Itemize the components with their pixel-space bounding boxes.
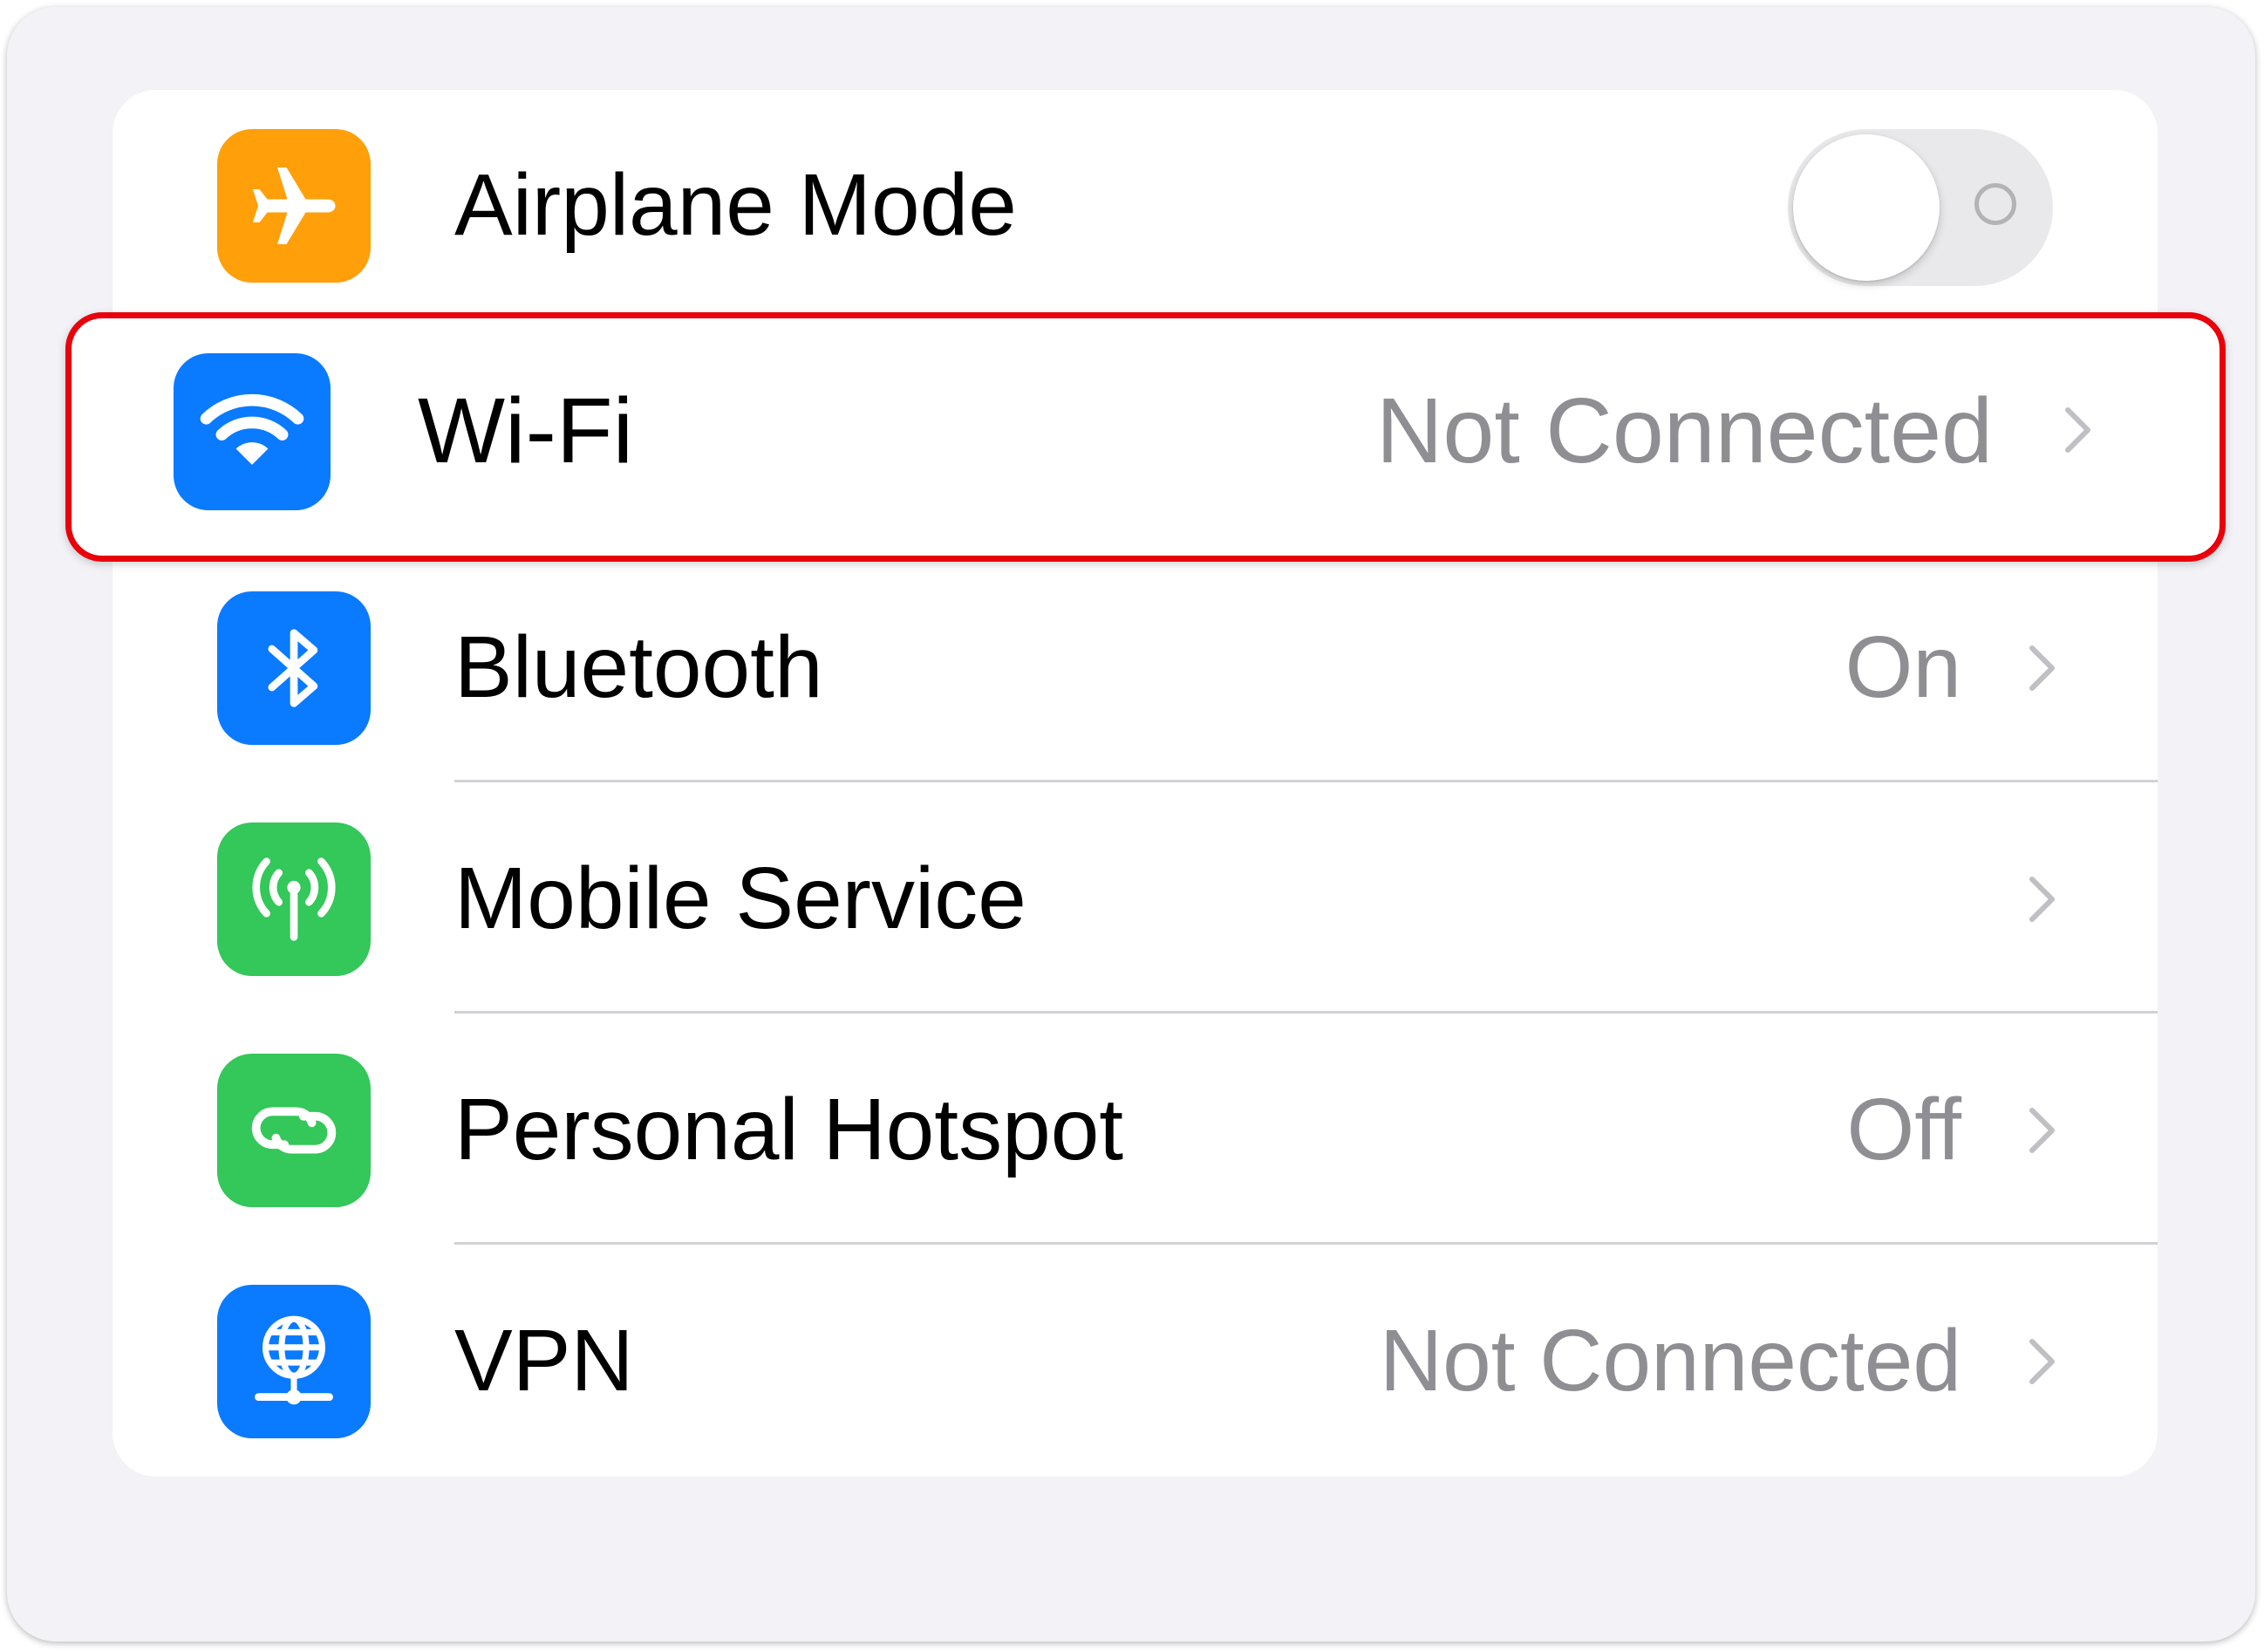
chevron-right-icon bbox=[2029, 877, 2055, 922]
row-personal-hotspot[interactable]: Personal Hotspot Off bbox=[113, 1014, 2158, 1245]
toggle-off-indicator bbox=[1974, 183, 2016, 225]
personal-hotspot-status: Off bbox=[1846, 1081, 1961, 1178]
row-separator bbox=[454, 1242, 2158, 1245]
bluetooth-label: Bluetooth bbox=[454, 618, 823, 716]
chevron-right-icon bbox=[2029, 1108, 2055, 1153]
vpn-label: VPN bbox=[454, 1312, 634, 1410]
row-separator bbox=[454, 780, 2158, 782]
settings-screen: Airplane Mode Bluetooth On Mobile Servic… bbox=[7, 7, 2255, 1642]
chevron-right-icon bbox=[2065, 407, 2090, 453]
mobile-service-label: Mobile Service bbox=[454, 850, 1026, 947]
toggle-knob bbox=[1793, 134, 1940, 281]
row-separator bbox=[454, 1011, 2158, 1014]
airplane-mode-label: Airplane Mode bbox=[454, 156, 1017, 254]
airplane-icon bbox=[217, 129, 371, 283]
bluetooth-icon bbox=[217, 591, 371, 745]
link-icon bbox=[217, 1054, 371, 1207]
chevron-right-icon bbox=[2029, 645, 2055, 691]
settings-group: Airplane Mode Bluetooth On Mobile Servic… bbox=[113, 90, 2158, 1477]
row-vpn[interactable]: VPN Not Connected bbox=[113, 1246, 2158, 1476]
wifi-icon bbox=[174, 353, 331, 510]
airplane-mode-toggle[interactable] bbox=[1788, 129, 2053, 286]
globe-network-icon bbox=[217, 1285, 371, 1438]
row-airplane-mode: Airplane Mode bbox=[113, 90, 2158, 320]
row-bluetooth[interactable]: Bluetooth On bbox=[113, 552, 2158, 782]
wifi-label: Wi-Fi bbox=[418, 379, 634, 482]
chevron-right-icon bbox=[2029, 1339, 2055, 1384]
antenna-icon bbox=[217, 823, 371, 976]
wifi-status: Not Connected bbox=[1375, 379, 1993, 482]
row-mobile-service[interactable]: Mobile Service bbox=[113, 783, 2158, 1014]
row-wifi[interactable]: Wi-Fi Not Connected bbox=[65, 312, 2226, 562]
vpn-status: Not Connected bbox=[1379, 1312, 1961, 1410]
bluetooth-status: On bbox=[1845, 618, 1961, 716]
personal-hotspot-label: Personal Hotspot bbox=[454, 1081, 1124, 1178]
